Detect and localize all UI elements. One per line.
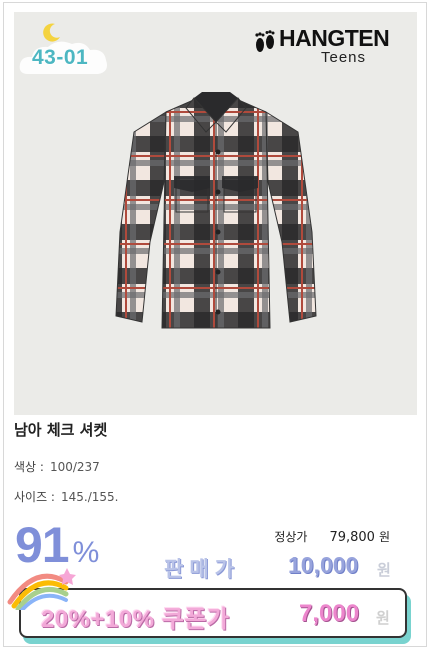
- coupon-price-amount: 7,000: [299, 600, 360, 627]
- coupon-price-box: 20%+10% 쿠폰가 7,000 원: [19, 588, 411, 644]
- regular-price-amount: 79,800: [329, 530, 375, 545]
- footprints-icon: [255, 30, 275, 52]
- option-size-label: 사이즈 :: [14, 490, 55, 504]
- product-code: 43-01: [32, 46, 89, 69]
- regular-price-unit: 원: [378, 530, 390, 544]
- brand-subtitle: Teens: [321, 49, 367, 66]
- option-color-value: 100/237: [49, 460, 100, 474]
- plaid-shirt-image: [115, 92, 317, 329]
- coupon-box-frame: 20%+10% 쿠폰가 7,000 원: [19, 588, 407, 638]
- brand-logo: HANGTEN Teens: [249, 24, 409, 66]
- discount-unit: %: [72, 536, 100, 569]
- rainbow-icon: [7, 568, 76, 610]
- sale-price-label: 판매가: [164, 557, 240, 581]
- product-code-badge: 43-01: [18, 18, 110, 76]
- sale-price-unit: 원: [377, 561, 391, 579]
- option-size: 사이즈 : 145./155.: [14, 488, 118, 505]
- coupon-price-unit: 원: [376, 609, 390, 627]
- option-size-value: 145./155.: [60, 490, 119, 504]
- product-photo[interactable]: 43-01 HANGTEN Teens: [14, 12, 417, 415]
- option-color: 색상 : 100/237: [14, 458, 100, 475]
- sale-price: 판매가 10,000 원: [164, 551, 400, 587]
- brand-name: HANGTEN: [279, 25, 390, 51]
- sale-price-amount: 10,000: [288, 552, 359, 578]
- regular-price: 정상가 79,800 원: [274, 528, 390, 545]
- product-card[interactable]: 43-01 HANGTEN Teens 남아 체크 셔켓 색상: 100/23…: [3, 2, 427, 647]
- regular-price-label: 정상가: [274, 530, 308, 544]
- product-title[interactable]: 남아 체크 셔켓: [14, 419, 107, 440]
- option-color-label: 색상 :: [14, 460, 44, 474]
